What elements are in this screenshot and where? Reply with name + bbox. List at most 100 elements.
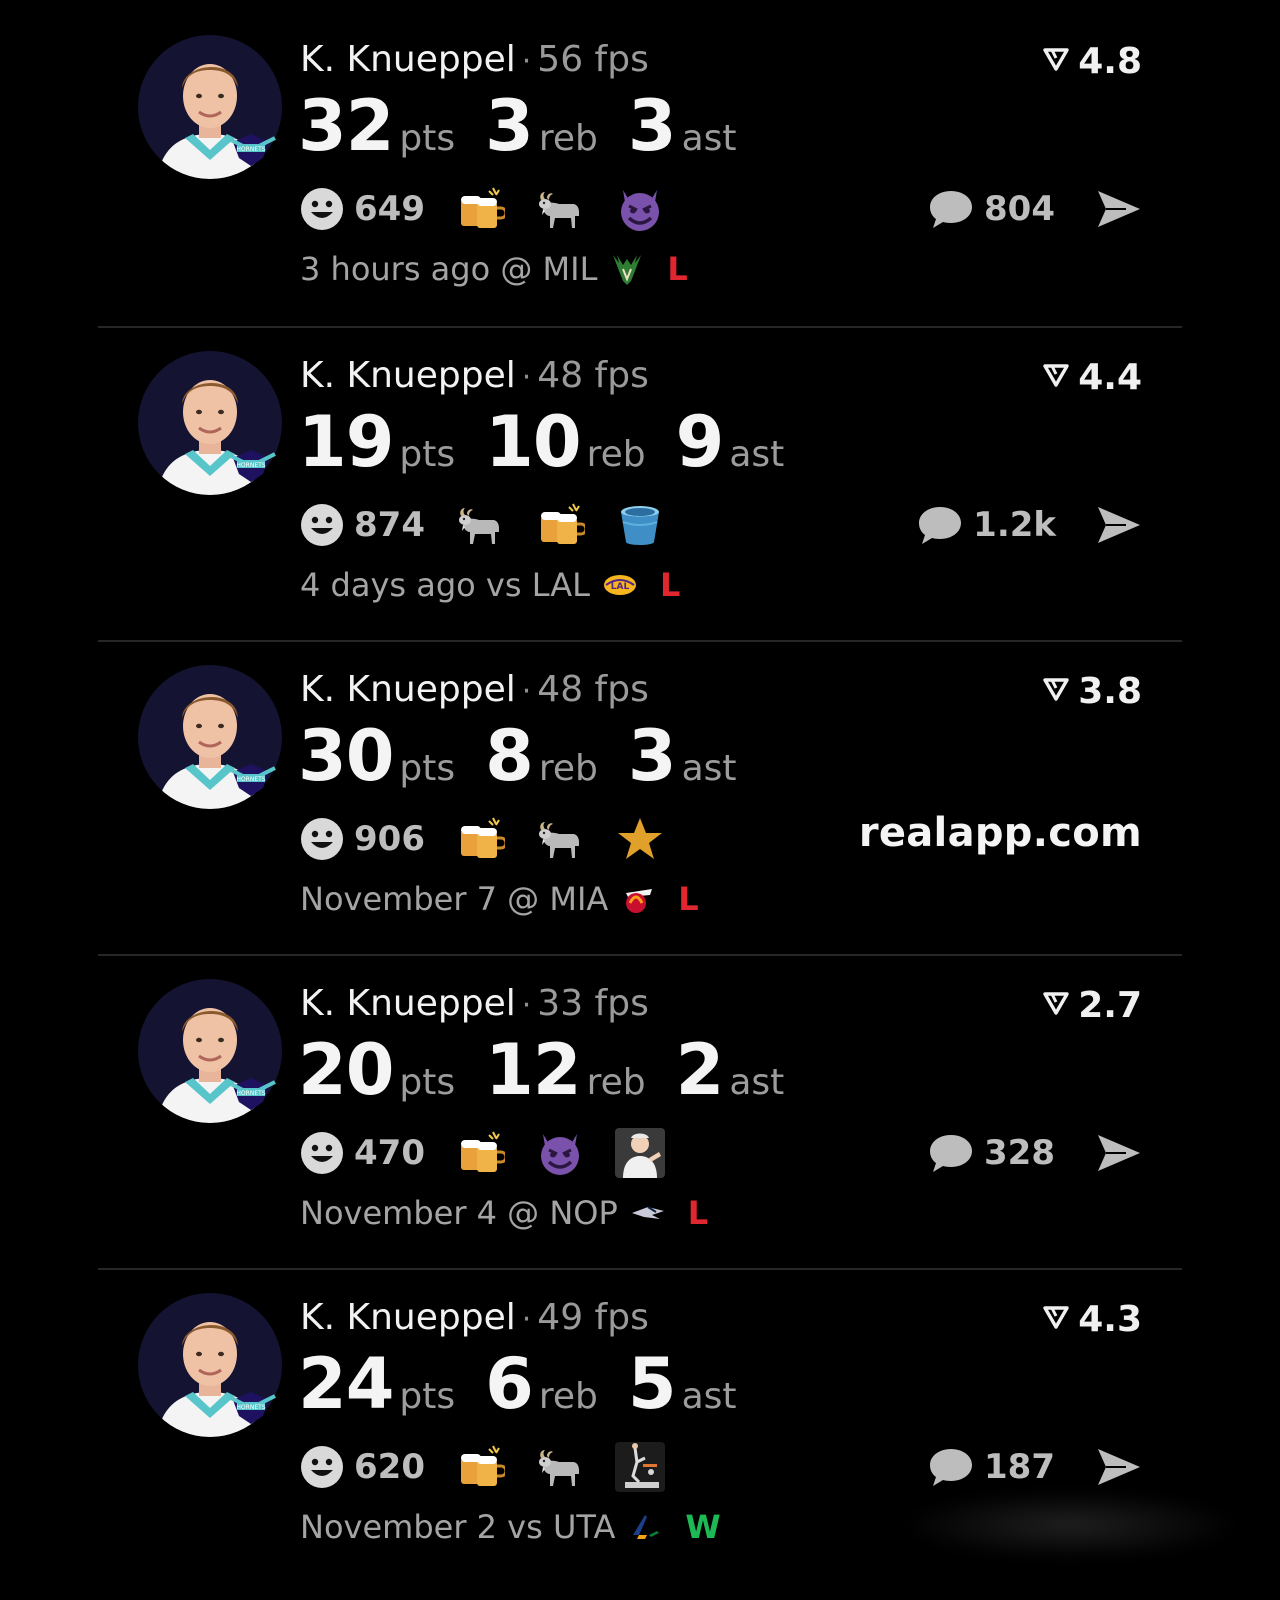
post-card[interactable]: HORNETS K. Knueppel · 33 fps 2.7 20 pts 12 reb 2… (0, 944, 1280, 1266)
stat-line: 32 pts 3 reb 3 ast (298, 84, 767, 168)
bucket-icon[interactable] (615, 500, 665, 550)
stat-pts: 19 pts (298, 400, 455, 484)
reactions-row: 874 (300, 502, 695, 548)
rating[interactable]: 2.7 (1042, 984, 1142, 1028)
share-send-icon[interactable] (1096, 189, 1142, 229)
beer-icon[interactable] (455, 184, 505, 234)
lakers-logo-icon: LAL (602, 567, 638, 603)
stat-label: ast (681, 118, 737, 159)
share-send-icon[interactable] (1096, 1447, 1142, 1487)
player-name[interactable]: K. Knueppel (300, 355, 516, 396)
rating[interactable]: 4.3 (1042, 1298, 1142, 1342)
player-name[interactable]: K. Knueppel (300, 983, 516, 1024)
comment-count[interactable]: 804 (984, 189, 1056, 229)
reaction-count[interactable]: 620 (354, 1447, 425, 1487)
share-send-icon[interactable] (1096, 1133, 1142, 1173)
player-avatar[interactable]: HORNETS (137, 664, 283, 810)
react-smiley-icon[interactable] (300, 1445, 344, 1489)
rating[interactable]: 3.8 (1042, 670, 1142, 714)
dunk-icon[interactable] (614, 1442, 665, 1492)
react-smiley-icon[interactable] (300, 187, 344, 231)
name-line: K. Knueppel · 33 fps (300, 982, 649, 1028)
comment-count[interactable]: 1.2k (973, 505, 1056, 545)
comment-bubble-icon[interactable] (928, 188, 974, 230)
post-card[interactable]: HORNETS K. Knueppel · 48 fps 3.8 30 pts 8 reb 3 a… (0, 630, 1280, 952)
player-avatar[interactable]: HORNETS (137, 1292, 283, 1438)
game-result-badge: L (687, 1194, 709, 1232)
reaction-count[interactable]: 906 (354, 819, 425, 859)
post-card[interactable]: HORNETS K. Knueppel · 56 fps 4.8 32 pts 3 reb 3 a… (0, 0, 1280, 322)
rating-icon (1042, 984, 1070, 1028)
game-info[interactable]: November 2 vs UTA W (300, 1508, 721, 1546)
reaction-count[interactable]: 874 (354, 505, 425, 545)
rating-icon (1042, 40, 1070, 84)
stat-label: pts (399, 118, 456, 159)
reactions-row: 620 (300, 1442, 695, 1492)
reaction-count[interactable]: 470 (354, 1133, 425, 1173)
player-avatar[interactable]: HORNETS (137, 978, 283, 1124)
bucks-logo-icon (609, 251, 645, 287)
stat-ast: 3 ast (628, 714, 737, 798)
stat-value: 5 (627, 1343, 677, 1425)
stat-label: ast (729, 434, 785, 475)
game-info[interactable]: November 4 @ NOP L (300, 1194, 708, 1232)
player-name[interactable]: K. Knueppel (300, 1297, 516, 1338)
comment-bubble-icon[interactable] (928, 1132, 974, 1174)
stat-label: pts (399, 1062, 456, 1103)
beer-icon[interactable] (455, 1442, 505, 1492)
game-result-badge: L (667, 250, 688, 288)
player-name[interactable]: K. Knueppel (300, 39, 516, 80)
separator-dot: · (521, 674, 532, 709)
comment-count[interactable]: 328 (984, 1133, 1056, 1173)
comments-area: 1.2k (917, 502, 1142, 548)
stat-label: reb (538, 748, 598, 789)
beer-icon[interactable] (535, 500, 585, 550)
react-smiley-icon[interactable] (300, 503, 344, 547)
stat-value: 8 (485, 715, 534, 797)
share-send-icon[interactable] (1096, 505, 1142, 545)
comments-area: 804 (928, 186, 1142, 232)
rating-icon (1042, 1298, 1070, 1342)
meme-icon[interactable] (614, 1128, 665, 1178)
comment-bubble-icon[interactable] (928, 1446, 974, 1488)
reaction-count[interactable]: 649 (354, 189, 425, 229)
goat-icon[interactable] (535, 1442, 585, 1492)
star-icon[interactable] (615, 814, 665, 864)
rating[interactable]: 4.8 (1042, 40, 1142, 84)
separator-dot: · (521, 988, 532, 1023)
game-info[interactable]: November 7 @ MIA L (300, 880, 699, 918)
player-avatar[interactable]: HORNETS (137, 34, 283, 180)
fantasy-points: 49 fps (537, 1297, 649, 1338)
name-line: K. Knueppel · 48 fps (300, 354, 649, 400)
game-info[interactable]: 4 days ago vs LAL LAL L (300, 566, 680, 604)
goat-icon[interactable] (535, 184, 585, 234)
rating[interactable]: 4.4 (1042, 356, 1142, 400)
reactions-row: 649 (300, 186, 695, 232)
react-smiley-icon[interactable] (300, 1131, 344, 1175)
beer-icon[interactable] (455, 814, 505, 864)
game-date-opponent: 4 days ago vs LAL (300, 566, 590, 604)
stat-label: reb (586, 1062, 646, 1103)
fantasy-points: 33 fps (537, 983, 649, 1024)
stat-value: 3 (627, 85, 677, 167)
svg-text:HORNETS: HORNETS (236, 146, 265, 153)
goat-icon[interactable] (535, 814, 585, 864)
goat-icon[interactable] (455, 500, 505, 550)
comment-count[interactable]: 187 (984, 1447, 1056, 1487)
separator-dot: · (521, 44, 532, 79)
comment-bubble-icon[interactable] (917, 504, 963, 546)
post-card[interactable]: HORNETS K. Knueppel · 48 fps 4.4 19 pts 10 reb 9… (0, 316, 1280, 638)
player-name[interactable]: K. Knueppel (300, 669, 516, 710)
devil-icon[interactable] (535, 1128, 585, 1178)
stat-value: 9 (675, 401, 725, 483)
stat-pts: 32 pts (298, 84, 455, 168)
react-smiley-icon[interactable] (300, 817, 344, 861)
player-avatar[interactable]: HORNETS (137, 350, 283, 496)
stat-value: 3 (485, 85, 534, 167)
devil-icon[interactable] (615, 184, 665, 234)
game-info[interactable]: 3 hours ago @ MIL L (300, 250, 688, 288)
separator-dot: · (521, 360, 532, 395)
stat-label: pts (399, 748, 456, 789)
game-date-opponent: 3 hours ago @ MIL (300, 250, 598, 288)
beer-icon[interactable] (455, 1128, 505, 1178)
